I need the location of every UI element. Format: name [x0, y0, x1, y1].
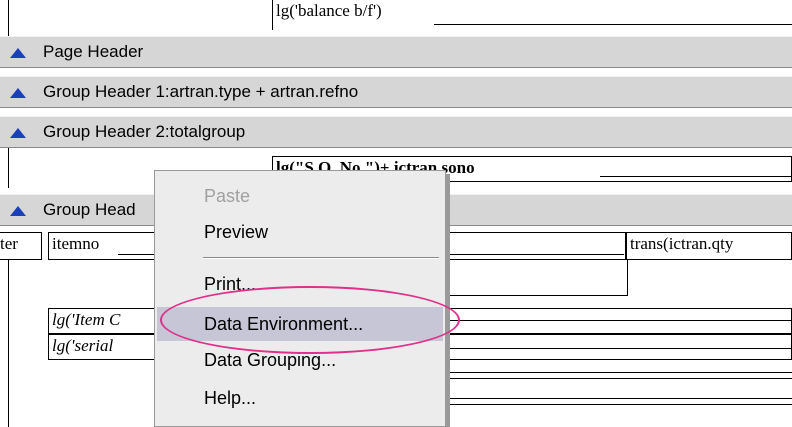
trans-qty-field[interactable]: trans(ictran.qty	[626, 232, 792, 260]
band-label: Group Header 2:totalgroup	[43, 122, 246, 141]
menu-item-label: Preview	[204, 222, 269, 242]
menu-item-paste[interactable]: Paste	[157, 179, 443, 213]
balance-underline	[434, 24, 792, 25]
menu-item-preview[interactable]: Preview	[157, 215, 443, 249]
page-header-band[interactable]: Page Header	[0, 36, 792, 68]
trans-field-text: trans(ictran.qty	[630, 234, 734, 253]
serial-label-text: lg('serial	[52, 336, 114, 355]
menu-item-data-grouping[interactable]: Data Grouping...	[157, 343, 443, 377]
band-label: Group Head	[43, 200, 136, 219]
menu-item-help[interactable]: Help...	[157, 381, 443, 415]
group-header-1-band[interactable]: Group Header 1:artran.type + artran.refn…	[0, 76, 792, 108]
group-header-2-band[interactable]: Group Header 2:totalgroup	[0, 116, 792, 148]
detail-rule-1	[446, 320, 792, 321]
balance-field[interactable]: lg('balance b/f')	[272, 0, 792, 30]
item-label-text: lg('Item C	[52, 310, 121, 329]
detail-rule-2	[446, 348, 792, 349]
menu-separator	[203, 257, 439, 259]
menu-item-label: Data Environment...	[204, 314, 364, 334]
balance-field-text: lg('balance b/f')	[276, 1, 382, 20]
band-label: Page Header	[43, 42, 144, 61]
ter-field-text: ter	[0, 234, 18, 253]
context-menu: Paste Preview Print... Data Environment.…	[154, 170, 446, 427]
triangle-up-icon	[10, 128, 26, 138]
triangle-up-icon	[10, 48, 26, 58]
detail-rule-5	[446, 398, 792, 399]
band-label: Group Header 1:artran.type + artran.refn…	[43, 82, 359, 101]
detail-left-border	[8, 0, 9, 36]
detail-rule-4	[446, 378, 792, 379]
so-underline	[600, 176, 792, 177]
triangle-up-icon	[10, 206, 26, 216]
menu-item-label: Paste	[204, 186, 251, 206]
menu-item-print[interactable]: Print...	[157, 267, 443, 301]
detail-rule-6	[446, 404, 792, 405]
menu-item-label: Print...	[204, 274, 257, 294]
detail-rule-3	[446, 372, 792, 373]
gh2-left-border	[8, 148, 9, 188]
menu-item-label: Help...	[204, 388, 257, 408]
triangle-up-icon	[10, 88, 26, 98]
itemno-field-text: itemno	[52, 234, 100, 253]
ter-field[interactable]: ter	[0, 232, 42, 260]
menu-item-label: Data Grouping...	[204, 350, 337, 370]
menu-item-data-environment[interactable]: Data Environment...	[157, 307, 443, 341]
detail-left-border	[8, 260, 9, 427]
